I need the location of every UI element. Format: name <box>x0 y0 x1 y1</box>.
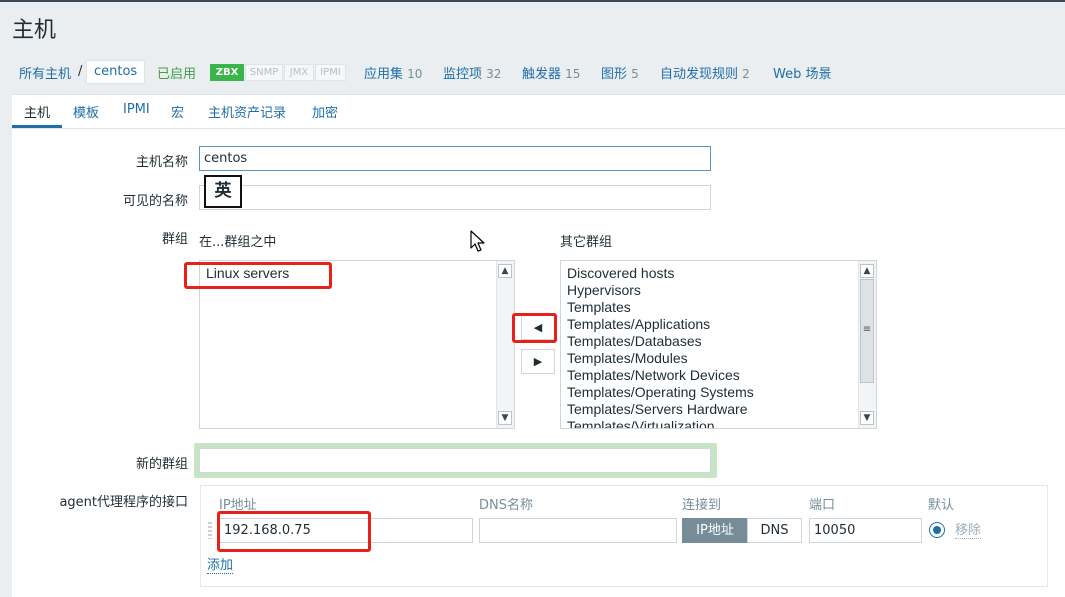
ipmi-availability-badge: IPMI <box>315 64 346 81</box>
scroll-down-icon[interactable]: ▼ <box>498 411 512 425</box>
top-border <box>0 0 1065 2</box>
nav-discovery-rules-link[interactable]: 自动发现规则 2 <box>660 63 750 82</box>
tab-inventory[interactable]: 主机资产记录 <box>208 102 286 121</box>
other-group-option[interactable]: Templates/Databases <box>567 333 754 350</box>
remove-from-groups-button[interactable]: ▶ <box>521 349 555 374</box>
other-group-option[interactable]: Templates/Modules <box>567 350 754 367</box>
tab-host[interactable]: 主机 <box>24 102 50 121</box>
nav-applications-link[interactable]: 应用集 10 <box>364 63 422 82</box>
connect-to-header: 连接到 <box>682 498 722 513</box>
other-groups-label: 其它群组 <box>560 235 613 250</box>
breadcrumb-separator: / <box>78 64 83 79</box>
new-group-label: 新的群组 <box>135 457 188 472</box>
other-groups-listbox[interactable]: Discovered hosts Hypervisors Templates T… <box>560 260 877 429</box>
other-group-option[interactable]: Templates <box>567 299 754 316</box>
scroll-up-icon[interactable]: ▲ <box>860 264 874 278</box>
scroll-down-icon[interactable]: ▼ <box>860 411 874 425</box>
scroll-up-icon[interactable]: ▲ <box>498 264 512 278</box>
other-group-option[interactable]: Templates/Operating Systems <box>567 384 754 401</box>
remove-interface-link[interactable]: 移除 <box>955 523 982 539</box>
breadcrumb-all-hosts[interactable]: 所有主机 <box>19 63 71 82</box>
ime-indicator: 英 <box>204 175 242 208</box>
other-group-option[interactable]: Hypervisors <box>567 282 754 299</box>
dns-name-input[interactable] <box>479 518 677 543</box>
jmx-availability-badge: JMX <box>284 64 314 81</box>
host-status-enabled[interactable]: 已启用 <box>157 63 196 82</box>
dns-name-header: DNS名称 <box>479 498 533 513</box>
highlight-ip-address <box>217 511 371 552</box>
in-groups-label: 在...群组之中 <box>199 235 277 250</box>
other-groups-scrollbar[interactable]: ▲ ≡ ▼ <box>858 261 876 428</box>
host-name-label: 主机名称 <box>135 155 188 170</box>
snmp-availability-badge: SNMP <box>245 64 283 81</box>
other-group-option[interactable]: Discovered hosts <box>567 265 754 282</box>
form-tabs: 主机 模板 IPMI 宏 主机资产记录 加密 <box>12 95 1065 129</box>
other-group-option[interactable]: Templates/Virtualization <box>567 418 754 428</box>
default-interface-radio[interactable] <box>929 522 945 538</box>
nav-triggers-link[interactable]: 触发器 15 <box>522 63 580 82</box>
tab-encryption[interactable]: 加密 <box>312 102 338 121</box>
in-groups-scrollbar[interactable]: ▲ ▼ <box>496 261 514 428</box>
connect-ip-toggle[interactable]: IP地址 <box>682 518 748 543</box>
tab-ipmi[interactable]: IPMI <box>123 102 150 117</box>
visible-name-label: 可见的名称 <box>122 194 188 209</box>
host-name-input[interactable]: centos <box>199 146 711 171</box>
port-header: 端口 <box>809 498 836 513</box>
tab-templates[interactable]: 模板 <box>73 102 99 121</box>
nav-web-scenarios-link[interactable]: Web 场景 <box>773 63 831 82</box>
other-group-option[interactable]: Templates/Applications <box>567 316 754 333</box>
zbx-availability-badge: ZBX <box>210 64 244 81</box>
tab-macros[interactable]: 宏 <box>171 102 184 121</box>
groups-label: 群组 <box>161 232 188 247</box>
highlight-linux-servers <box>184 262 332 289</box>
host-form-panel: 主机 模板 IPMI 宏 主机资产记录 加密 主机名称 centos 可见的名称… <box>12 94 1065 597</box>
host-navigation: 所有主机 / centos 已启用 ZBX SNMP JMX IPMI 应用集 … <box>0 58 1065 86</box>
connect-dns-toggle[interactable]: DNS <box>747 518 802 543</box>
active-tab-indicator <box>12 125 62 128</box>
new-group-input[interactable] <box>199 448 711 473</box>
breadcrumb-current-host[interactable]: centos <box>86 60 146 84</box>
other-group-option[interactable]: Templates/Servers Hardware <box>567 401 754 418</box>
nav-graphs-link[interactable]: 图形 5 <box>601 63 639 82</box>
add-interface-link[interactable]: 添加 <box>207 558 234 574</box>
arrow-right-icon: ▶ <box>533 355 543 368</box>
default-header: 默认 <box>928 498 955 513</box>
port-input[interactable]: 10050 <box>809 518 922 543</box>
other-group-option[interactable]: Templates/Network Devices <box>567 367 754 384</box>
highlight-add-group-button <box>512 313 557 343</box>
page-title: 主机 <box>12 18 57 43</box>
agent-interfaces-label: agent代理程序的接口 <box>59 495 188 510</box>
scrollbar-thumb[interactable]: ≡ <box>860 279 874 383</box>
drag-handle-icon[interactable] <box>208 522 212 539</box>
visible-name-input[interactable] <box>199 185 711 210</box>
mouse-pointer-icon <box>470 230 485 252</box>
nav-items-link[interactable]: 监控项 32 <box>443 63 501 82</box>
